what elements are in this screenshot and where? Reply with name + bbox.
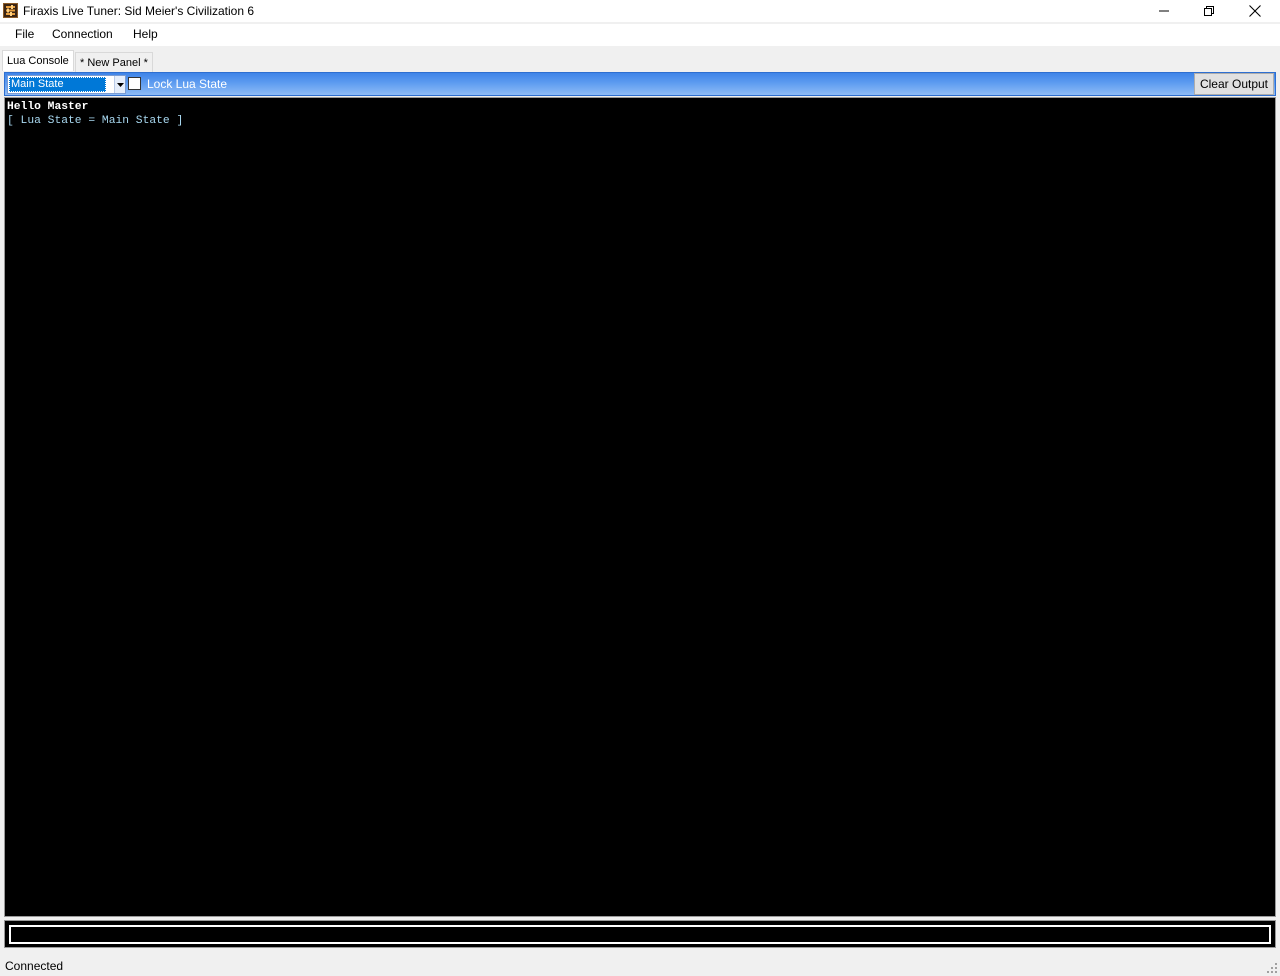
- connection-status: Connected: [5, 959, 64, 973]
- output-line: [ Lua State = Main State ]: [7, 115, 184, 127]
- close-icon: [1249, 5, 1261, 17]
- restore-icon: [1204, 6, 1214, 16]
- menu-help[interactable]: Help: [133, 27, 158, 41]
- menu-file[interactable]: File: [15, 27, 34, 41]
- command-input[interactable]: [9, 925, 1271, 944]
- lock-lua-state-checkbox[interactable]: [128, 77, 141, 90]
- title-bar: Firaxis Live Tuner: Sid Meier's Civiliza…: [0, 0, 1280, 22]
- menu-connection[interactable]: Connection: [52, 27, 113, 41]
- minimize-button[interactable]: [1141, 0, 1187, 22]
- output-line: Hello Master: [7, 101, 89, 113]
- dropdown-arrow-button[interactable]: [114, 76, 125, 93]
- lua-state-dropdown[interactable]: Main State: [7, 75, 126, 94]
- clear-output-button[interactable]: Clear Output: [1194, 73, 1274, 95]
- firaxis-tuner-icon: [3, 3, 18, 18]
- close-button[interactable]: [1232, 0, 1278, 22]
- console-output[interactable]: Hello Master [ Lua State = Main State ]: [4, 97, 1276, 917]
- status-bar: Connected: [0, 954, 1280, 976]
- chevron-down-icon: [116, 82, 124, 87]
- restore-button[interactable]: [1186, 0, 1232, 22]
- window-title: Firaxis Live Tuner: Sid Meier's Civiliza…: [23, 4, 255, 18]
- lock-lua-state-label: Lock Lua State: [147, 77, 228, 91]
- resize-grip-icon[interactable]: [1266, 962, 1278, 974]
- console-toolbar: Main State Lock Lua State Clear Output: [4, 72, 1276, 96]
- command-input-area: [4, 920, 1276, 948]
- tab-strip: Lua Console * New Panel *: [0, 49, 1280, 72]
- menu-bar: File Connection Help: [0, 24, 1280, 46]
- minimize-icon: [1159, 10, 1169, 12]
- tab-new-panel[interactable]: * New Panel *: [75, 52, 153, 72]
- tab-lua-console[interactable]: Lua Console: [2, 50, 74, 71]
- lua-state-value: Main State: [9, 77, 106, 92]
